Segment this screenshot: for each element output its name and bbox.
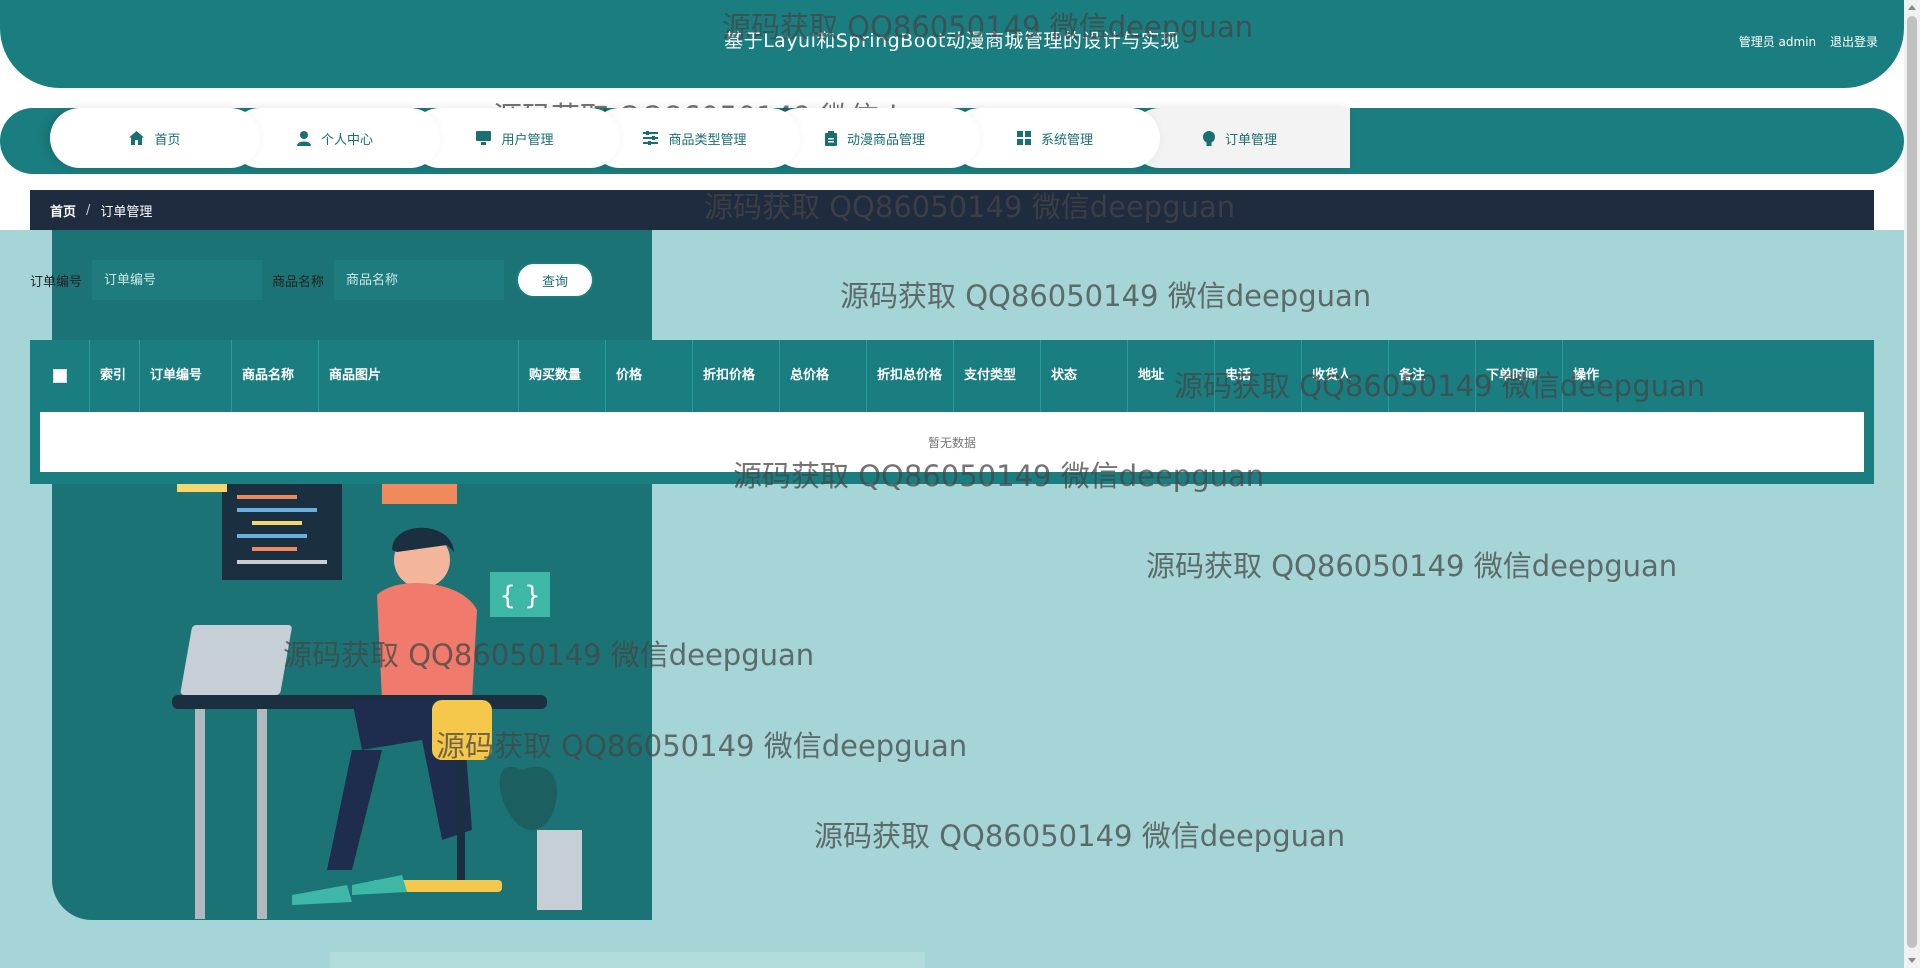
column-header: 下单时间	[1476, 340, 1563, 412]
breadcrumb-current: 订单管理	[100, 204, 153, 220]
query-button[interactable]: 查询	[516, 262, 595, 298]
column-header: 购买数量	[519, 340, 606, 412]
nav-item-label: 个人中心	[320, 132, 373, 148]
nav-item-label: 系统管理	[1040, 132, 1093, 148]
breadcrumb-home[interactable]: 首页	[50, 201, 76, 220]
scroll-up-arrow-icon[interactable]	[1908, 5, 1916, 10]
background-illustration: { }	[52, 230, 652, 920]
order-no-label: 订单编号	[30, 274, 83, 290]
monitor-icon	[476, 131, 492, 145]
column-header: 总价格	[780, 340, 867, 412]
nav-item-label: 首页	[154, 132, 181, 148]
nav-item-label: 用户管理	[501, 132, 554, 148]
clipboard-icon	[824, 130, 837, 146]
empty-message: 暂无数据	[927, 435, 976, 450]
column-header: 折扣总价格	[867, 340, 954, 412]
column-header: 操作	[1573, 368, 1600, 383]
main-nav: 首页 个人中心 用户管理 商品类型管理 动漫商品管理 系统管理 订单管理	[0, 108, 1904, 174]
nav-item-product-type[interactable]: 商品类型管理	[590, 108, 800, 168]
table-header: 索引 订单编号 商品名称 商品图片 购买数量 价格 折扣价格 总价格 折扣总价格…	[30, 340, 1874, 412]
nav-item-order-management[interactable]: 订单管理	[1130, 108, 1350, 168]
header-bar: 基于Layui和SpringBoot动漫商城管理的设计与实现 管理员 admin…	[0, 0, 1904, 88]
search-form: 订单编号 商品名称 查询	[30, 260, 595, 300]
order-no-input[interactable]	[92, 260, 263, 300]
breadcrumb-separator: /	[86, 202, 91, 218]
product-name-label: 商品名称	[272, 274, 325, 290]
column-header: 收货人	[1302, 340, 1389, 412]
vertical-scrollbar[interactable]	[1904, 0, 1920, 968]
svg-text:{ }: { }	[499, 581, 540, 611]
column-header: 支付类型	[954, 340, 1041, 412]
column-header: 电话	[1215, 340, 1302, 412]
grid-icon	[1016, 131, 1031, 145]
column-header: 备注	[1389, 340, 1476, 412]
nav-item-system-management[interactable]: 系统管理	[950, 108, 1160, 168]
product-name-input[interactable]	[334, 260, 505, 300]
nav-item-personal-center[interactable]: 个人中心	[230, 108, 440, 168]
select-all-checkbox[interactable]	[52, 369, 67, 383]
nav-item-anime-products[interactable]: 动漫商品管理	[770, 108, 980, 168]
column-header: 商品图片	[319, 340, 519, 412]
column-header: 索引	[90, 340, 140, 412]
scrollbar-thumb[interactable]	[1907, 16, 1917, 948]
column-header: 折扣价格	[693, 340, 780, 412]
breadcrumb: 首页 / 订单管理	[30, 190, 1874, 230]
table-empty-row: 暂无数据	[40, 412, 1864, 472]
select-all-cell	[30, 340, 90, 412]
bottom-strip	[330, 952, 925, 968]
orders-table: 索引 订单编号 商品名称 商品图片 购买数量 价格 折扣价格 总价格 折扣总价格…	[30, 340, 1874, 484]
column-header: 状态	[1041, 340, 1128, 412]
home-icon	[129, 131, 145, 145]
user-icon	[296, 130, 311, 146]
column-header: 价格	[606, 340, 693, 412]
column-header: 地址	[1128, 340, 1215, 412]
user-area: 管理员 admin 退出登录	[1729, 33, 1878, 50]
sliders-icon	[643, 131, 659, 145]
logout-link[interactable]: 退出登录	[1830, 35, 1878, 49]
nav-item-home[interactable]: 首页	[50, 108, 260, 168]
column-header: 订单编号	[140, 340, 232, 412]
nav-item-label: 动漫商品管理	[846, 132, 925, 148]
column-header: 商品名称	[232, 340, 319, 412]
nav-item-label: 订单管理	[1224, 132, 1277, 148]
scroll-down-arrow-icon[interactable]	[1908, 958, 1916, 963]
admin-user-label[interactable]: 管理员 admin	[1739, 35, 1816, 49]
nav-item-label: 商品类型管理	[668, 132, 747, 148]
nav-item-user-management[interactable]: 用户管理	[410, 108, 620, 168]
bulb-icon	[1202, 130, 1215, 146]
site-title: 基于Layui和SpringBoot动漫商城管理的设计与实现	[724, 30, 1180, 52]
